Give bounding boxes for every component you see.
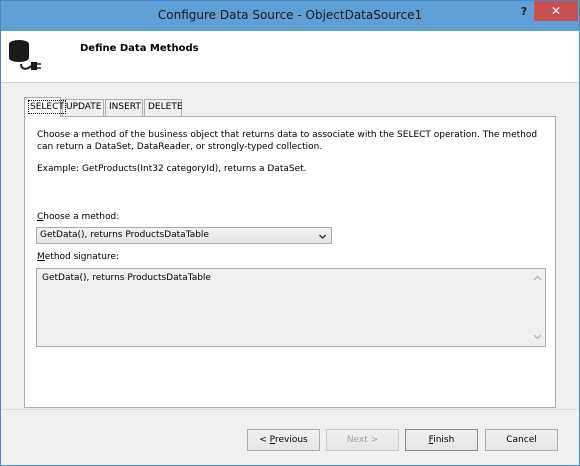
finish-button[interactable]: Finish [405, 429, 478, 451]
choose-method-label: Choose a method: [37, 212, 119, 222]
previous-button[interactable]: < Previous [247, 429, 320, 451]
tab-select-label: SELECT [28, 100, 66, 114]
wizard-header: Define Data Methods [1, 31, 579, 83]
scroll-down-arrow-icon[interactable] [530, 329, 545, 344]
title-bar[interactable]: Configure Data Source - ObjectDataSource… [1, 1, 579, 31]
method-dropdown-value: GetData(), returns ProductsDataTable [40, 230, 209, 240]
tab-update-label: UPDATE [66, 102, 102, 112]
tab-update[interactable]: UPDATE [62, 99, 104, 116]
previous-button-rest: revious [274, 435, 308, 445]
wizard-footer: < Previous Next > Finish Cancel [1, 409, 579, 465]
tab-select[interactable]: SELECT [24, 97, 66, 117]
chevron-down-icon [319, 234, 326, 239]
tab-delete[interactable]: DELETE [144, 99, 183, 116]
method-signature-textbox[interactable]: GetData(), returns ProductsDataTable [36, 268, 546, 347]
scroll-up-arrow-icon[interactable] [530, 271, 545, 286]
signature-scrollbar[interactable] [530, 269, 545, 346]
example-text: Example: GetProducts(Int32 categoryId), … [37, 164, 307, 174]
database-plug-icon [9, 40, 41, 70]
tab-insert-label: INSERT [109, 102, 141, 112]
help-button[interactable]: ? [513, 4, 535, 20]
cancel-button[interactable]: Cancel [485, 429, 558, 451]
select-tab-panel: Choose a method of the business object t… [24, 116, 556, 408]
method-dropdown[interactable]: GetData(), returns ProductsDataTable [36, 227, 332, 244]
previous-button-prefix: < [259, 435, 270, 445]
configure-data-source-dialog: Configure Data Source - ObjectDataSource… [0, 0, 580, 466]
method-signature-label: Method signature: [37, 252, 119, 262]
close-button[interactable]: ✕ [534, 1, 578, 21]
tab-delete-label: DELETE [148, 102, 183, 112]
method-description: Choose a method of the business object t… [37, 130, 538, 152]
method-signature-label-key: M [37, 252, 45, 262]
close-icon: ✕ [550, 4, 562, 18]
choose-method-label-rest: hoose a method: [43, 212, 120, 222]
tab-insert[interactable]: INSERT [105, 99, 143, 116]
finish-button-rest: inish [433, 435, 455, 445]
window-title: Configure Data Source - ObjectDataSource… [157, 8, 423, 22]
page-title: Define Data Methods [80, 43, 199, 54]
wizard-content: SELECT UPDATE INSERT DELETE Choose a met… [1, 84, 579, 409]
method-signature-label-rest: ethod signature: [44, 252, 120, 262]
method-signature-value: GetData(), returns ProductsDataTable [42, 273, 211, 283]
next-button[interactable]: Next > [326, 429, 399, 451]
